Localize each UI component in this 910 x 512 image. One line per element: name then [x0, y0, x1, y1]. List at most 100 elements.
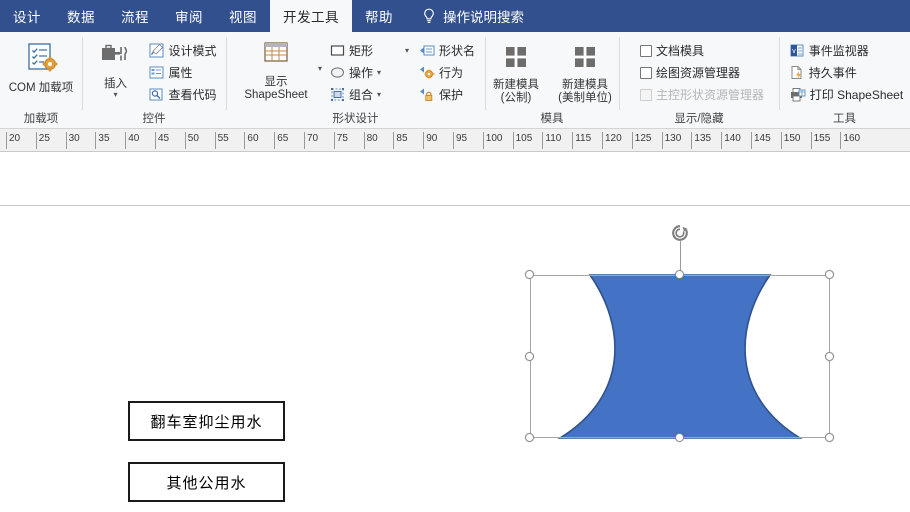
ruler-tick	[274, 132, 276, 149]
tell-me-search[interactable]: 操作说明搜索	[406, 0, 534, 32]
ruler-tick	[304, 132, 305, 149]
ruler-tick-label: 100	[485, 133, 503, 144]
group-title-tools: 工具	[833, 113, 856, 125]
ruler-tick	[691, 132, 693, 149]
resize-handle-middle-left[interactable]	[525, 351, 534, 361]
protection-button[interactable]: 保护	[415, 84, 479, 105]
resize-handle-bottom-center[interactable]	[675, 433, 684, 442]
tab-review[interactable]: 审阅	[162, 0, 216, 32]
checkbox-master-shape-explorer-label: 主控形状资源管理器	[655, 88, 764, 102]
ruler-tick-label: 135	[694, 133, 712, 144]
controls-small-column: 设计模式 属性 查看代码	[145, 38, 220, 105]
checkbox-icon[interactable]	[639, 44, 652, 57]
operations-icon	[330, 65, 345, 80]
protection-icon	[419, 87, 435, 102]
ruler-tick	[810, 132, 812, 149]
event-monitor-button[interactable]: v 事件监视器	[786, 40, 907, 61]
rectangle-chevron-down-icon[interactable]: ▾	[405, 47, 409, 55]
view-code-button[interactable]: 查看代码	[145, 84, 220, 105]
chevron-down-icon[interactable]: ▾	[113, 91, 117, 99]
ruler-tick	[721, 132, 723, 149]
tab-process[interactable]: 流程	[108, 0, 162, 32]
operations-chevron-down-icon[interactable]: ▾	[377, 69, 381, 77]
ruler-tick-label: 60	[247, 133, 259, 144]
checkbox-icon[interactable]	[639, 66, 652, 79]
ruler-tick-label: 70	[307, 133, 319, 144]
insert-control-icon	[99, 41, 131, 75]
shape-name-button[interactable]: 形状名	[415, 40, 479, 61]
com-addins-button[interactable]: COM 加载项	[0, 38, 82, 95]
design-mode-icon	[149, 43, 164, 58]
insert-control-button[interactable]: 插入 ▾	[87, 38, 143, 99]
drawing-canvas[interactable]: 翻车室抑尘用水 其他公用水	[0, 152, 910, 512]
textbox-1-label: 翻车室抑尘用水	[150, 412, 263, 431]
shape-design-small-column-2: 形状名 行为 保护	[415, 38, 479, 105]
ruler-tick	[631, 132, 633, 149]
properties-icon	[149, 65, 164, 80]
tab-view[interactable]: 视图	[216, 0, 270, 32]
resize-handle-top-center[interactable]	[675, 270, 684, 279]
properties-button[interactable]: 属性	[145, 62, 220, 83]
print-shapesheet-label: 打印 ShapeSheet	[809, 88, 904, 102]
resize-handle-top-left[interactable]	[525, 270, 534, 279]
checkbox-document-stencil[interactable]: 文档模具	[636, 40, 768, 61]
ruler-tick	[363, 132, 365, 149]
print-shapesheet-button[interactable]: 打印 ShapeSheet	[786, 84, 907, 105]
ruler-tick	[35, 132, 37, 149]
behavior-label: 行为	[439, 66, 464, 80]
ruler-tick	[125, 132, 127, 149]
tab-help[interactable]: 帮助	[352, 0, 406, 32]
ruler-tick	[155, 132, 156, 149]
show-shapesheet-label-2: ShapeSheet	[244, 89, 308, 101]
tab-data[interactable]: 数据	[54, 0, 108, 32]
shapesheet-chevron-down-icon[interactable]: ▾	[318, 65, 322, 73]
persistent-events-button[interactable]: 持久事件	[786, 62, 907, 83]
ruler-tick	[512, 132, 514, 149]
resize-handle-bottom-left[interactable]	[525, 433, 534, 442]
design-mode-button[interactable]: 设计模式	[145, 40, 220, 61]
group-title-stencil: 模具	[540, 113, 564, 125]
ribbon-group-stencil: 新建模具 (公制) 新建模具 (美制单位) 模具	[485, 32, 619, 128]
checkbox-drawing-explorer[interactable]: 绘图资源管理器	[636, 62, 768, 83]
ruler-tick-label: 55	[217, 133, 229, 144]
new-stencil-metric-label-2: (公制)	[500, 92, 532, 104]
checkbox-document-stencil-label: 文档模具	[655, 44, 704, 58]
ruler-tick	[840, 132, 842, 149]
ruler-tick-label: 20	[9, 133, 21, 144]
behavior-button[interactable]: 行为	[415, 62, 479, 83]
visio-window: 设计 数据 流程 审阅 视图 开发工具 帮助 操作说明搜索 COM 加载项 加载…	[0, 0, 910, 512]
shape-textbox-1[interactable]: 翻车室抑尘用水	[128, 401, 285, 441]
rectangle-icon	[330, 43, 345, 58]
ruler-tick-label: 45	[158, 133, 170, 144]
tab-label: 视图	[229, 10, 257, 25]
group-chevron-down-icon[interactable]: ▾	[377, 91, 381, 99]
textbox-2-label: 其他公用水	[166, 473, 247, 492]
checkbox-drawing-explorer-label: 绘图资源管理器	[655, 66, 740, 80]
tab-developer[interactable]: 开发工具	[270, 0, 352, 32]
operations-button[interactable]: 操作 ▾	[326, 62, 413, 83]
selected-shape-group[interactable]	[525, 225, 834, 442]
show-shapesheet-button[interactable]: 显示 ShapeSheet	[232, 38, 320, 102]
ruler-tick	[214, 132, 216, 149]
ruler-tick-label: 145	[754, 133, 771, 144]
ruler-tick-label: 65	[277, 133, 289, 144]
ruler-tick	[751, 132, 752, 149]
checkbox-icon	[639, 88, 652, 101]
new-stencil-metric-button[interactable]: 新建模具 (公制)	[485, 41, 547, 105]
horizontal-ruler[interactable]: 20 25 30 35 40 45 50 55 60 65 70 75 80 85 90 95 100 105 11…	[0, 129, 910, 152]
ruler-tick-label: 105	[515, 133, 533, 144]
group-icon	[330, 87, 345, 102]
shape-textbox-2[interactable]: 其他公用水	[128, 462, 285, 502]
group-button[interactable]: 组合 ▾	[326, 84, 413, 105]
ribbon-group-controls: 插入 ▾ 设计模式 属性 查看代码 控件	[82, 32, 226, 128]
resize-handle-top-right[interactable]	[825, 270, 834, 279]
tab-design[interactable]: 设计	[0, 0, 54, 32]
view-code-label: 查看代码	[168, 88, 217, 102]
page-top-edge	[0, 205, 910, 206]
rectangle-button[interactable]: 矩形 ▾	[326, 40, 413, 61]
resize-handle-middle-right[interactable]	[825, 351, 834, 361]
protection-label: 保护	[439, 88, 464, 102]
resize-handle-bottom-right[interactable]	[825, 433, 834, 442]
new-stencil-us-button[interactable]: 新建模具 (美制单位)	[551, 41, 619, 105]
rotate-handle[interactable]	[670, 223, 690, 243]
